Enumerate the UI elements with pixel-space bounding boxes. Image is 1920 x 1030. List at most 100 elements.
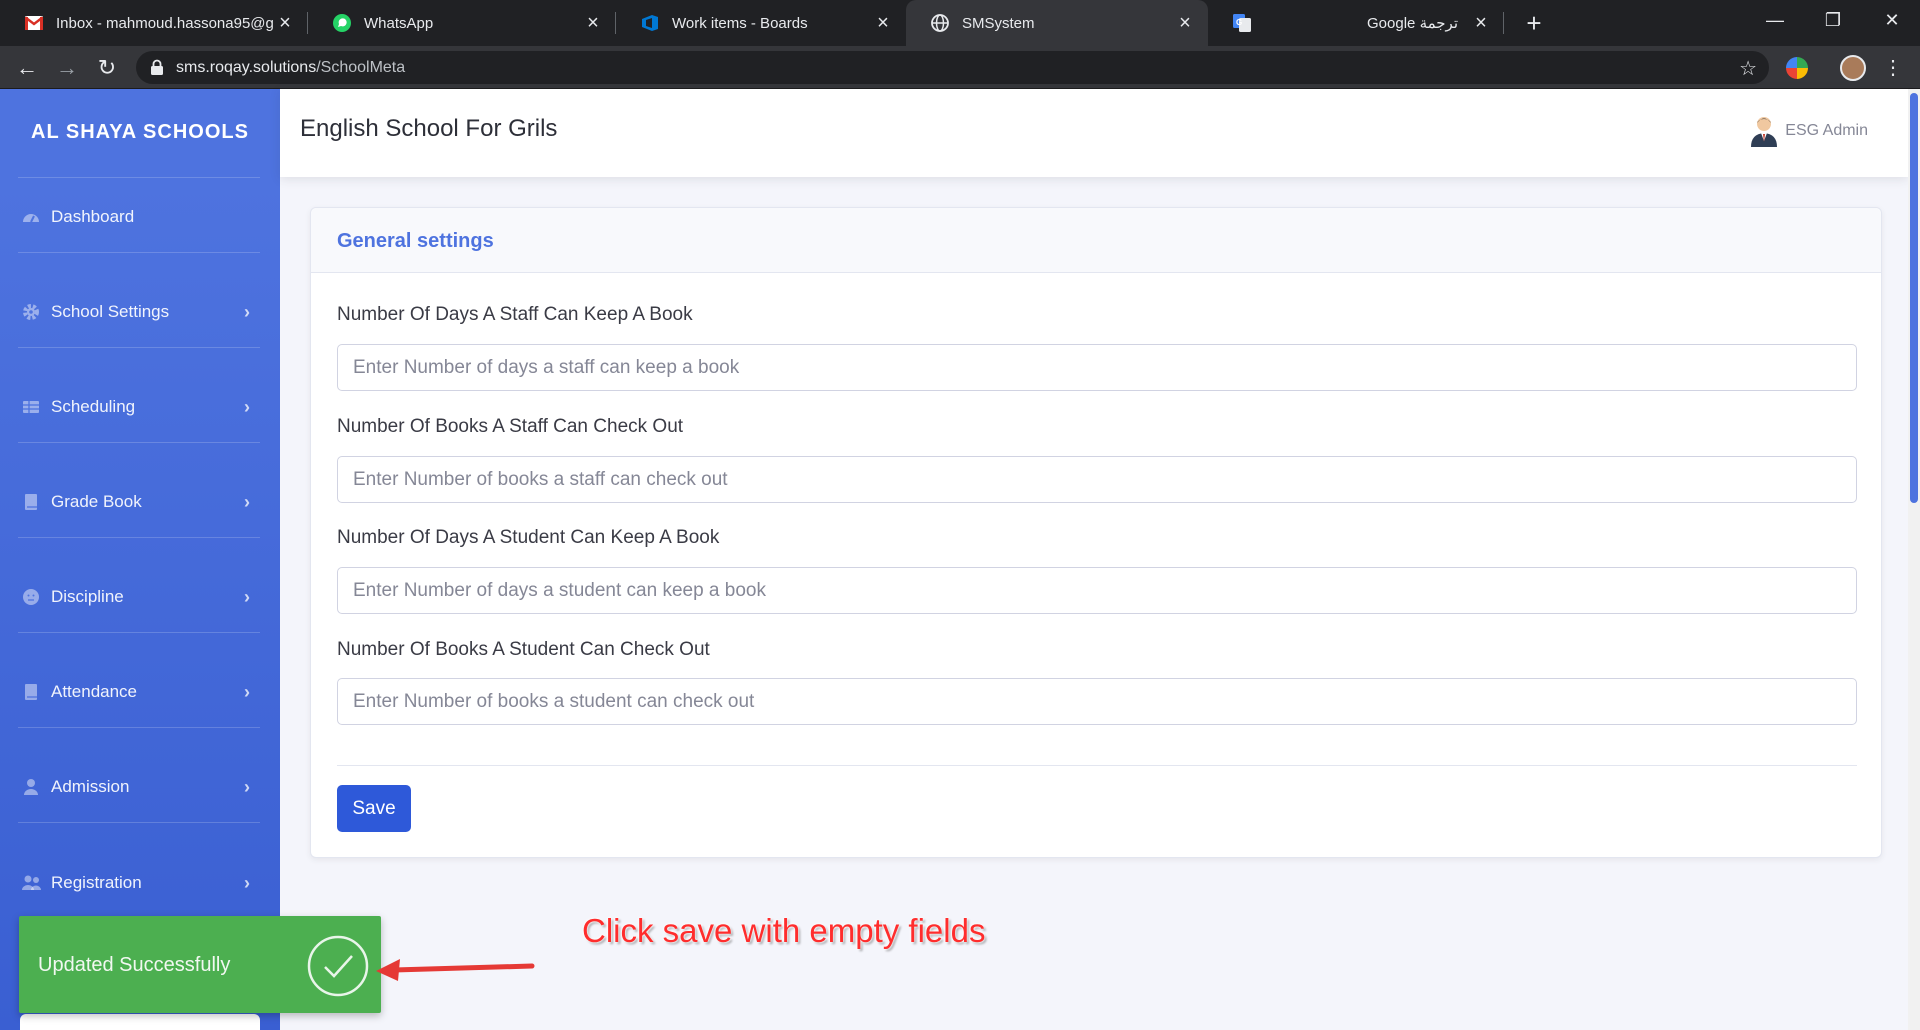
smiley-icon <box>23 589 39 605</box>
student-books-input[interactable] <box>337 678 1857 725</box>
user-icon <box>24 779 38 795</box>
restore-button[interactable]: ❐ <box>1805 0 1861 40</box>
tab-title: Work items - Boards <box>672 14 808 32</box>
tab-title: SMSystem <box>962 14 1035 32</box>
bookmark-star-icon[interactable]: ☆ <box>1739 56 1757 81</box>
card-title: General settings <box>337 230 494 252</box>
tab-title: WhatsApp <box>364 14 434 32</box>
browser-tab-bar: Inbox - mahmoud.hassona95@g × WhatsApp ×… <box>0 0 1920 46</box>
save-button[interactable]: Save <box>337 785 411 832</box>
check-circle-icon <box>307 935 369 997</box>
student-days-input[interactable] <box>337 567 1857 614</box>
staff-books-input[interactable] <box>337 456 1857 503</box>
card-header: General settings <box>311 208 1881 273</box>
table-icon <box>23 401 39 413</box>
staff-days-label: Number Of Days A Staff Can Keep A Book <box>337 304 693 325</box>
tab-work-items[interactable]: Work items - Boards × <box>616 0 906 46</box>
staff-books-label: Number Of Books A Staff Can Check Out <box>337 416 684 437</box>
forward-button[interactable]: → <box>54 55 80 81</box>
sidebar-divider <box>18 347 260 348</box>
annotation-arrow-icon <box>376 959 535 981</box>
sidebar-divider <box>18 537 260 538</box>
sidebar-item-grade-book[interactable]: Grade Book › <box>0 482 280 522</box>
chevron-right-icon: › <box>244 586 250 607</box>
minimize-button[interactable]: — <box>1747 0 1803 40</box>
gmail-icon <box>24 16 44 30</box>
student-books-label: Number Of Books A Student Can Check Out <box>337 639 710 660</box>
sidebar-divider <box>18 822 260 823</box>
tab-separator <box>1503 12 1504 34</box>
close-tab-icon[interactable]: × <box>582 12 604 34</box>
sidebar-item-label: School Settings <box>51 302 170 321</box>
globe-icon <box>931 14 949 32</box>
sidebar-item-discipline[interactable]: Discipline › <box>0 577 280 617</box>
sidebar-divider <box>18 177 260 178</box>
chevron-right-icon: › <box>244 396 250 417</box>
gear-icon <box>23 304 39 320</box>
url-path: /SchoolMeta <box>316 59 406 76</box>
user-name: ESG Admin <box>1785 122 1868 139</box>
browser-toolbar: ← → ↻ sms.roqay.solutions/SchoolMeta ☆ ⋮ <box>0 46 1920 89</box>
tab-google-translate[interactable]: G Google ترجمة × <box>1208 0 1504 46</box>
book-icon <box>25 494 37 510</box>
address-bar[interactable]: sms.roqay.solutions/SchoolMeta ☆ <box>136 51 1769 84</box>
sidebar-divider <box>18 632 260 633</box>
sidebar-item-dashboard[interactable]: Dashboard <box>0 197 280 237</box>
profile-avatar[interactable] <box>1840 55 1866 81</box>
extension-icon[interactable] <box>1786 57 1808 79</box>
avatar <box>1751 117 1778 147</box>
sidebar-divider <box>18 442 260 443</box>
tab-whatsapp[interactable]: WhatsApp × <box>308 0 616 46</box>
page-title: English School For Grils <box>300 115 558 142</box>
scrollbar-thumb[interactable] <box>1910 93 1918 503</box>
sidebar-item-label: Grade Book <box>51 492 142 511</box>
chevron-right-icon: › <box>244 491 250 512</box>
brand-title[interactable]: AL SHAYA SCHOOLS <box>0 121 280 144</box>
staff-days-input[interactable] <box>337 344 1857 391</box>
sidebar-divider <box>18 252 260 253</box>
sidebar-item-school-settings[interactable]: School Settings › <box>0 292 280 332</box>
url-host: sms.roqay.solutions <box>176 59 317 76</box>
sidebar-item-label: Registration <box>51 873 142 892</box>
success-toast[interactable]: Updated Successfully <box>19 916 381 1013</box>
sidebar-item-attendance[interactable]: Attendance › <box>0 672 280 712</box>
sidebar-item-label: Scheduling <box>51 397 136 416</box>
close-tab-icon[interactable]: × <box>1470 12 1492 34</box>
tab-title: Inbox - mahmoud.hassona95@g <box>56 14 274 32</box>
sidebar-item-label: Dashboard <box>51 207 135 226</box>
chevron-right-icon: › <box>244 776 250 797</box>
tab-smsystem[interactable]: SMSystem × <box>906 0 1208 46</box>
browser-menu-icon[interactable]: ⋮ <box>1880 55 1906 81</box>
topbar: English School For Grils ESG Admin <box>280 89 1908 177</box>
form-divider <box>337 765 1857 766</box>
close-tab-icon[interactable]: × <box>274 12 296 34</box>
sidebar-item-registration[interactable]: Registration › <box>0 863 280 903</box>
sidebar-item-label: Attendance <box>51 682 138 701</box>
toast-message: Updated Successfully <box>38 954 231 976</box>
lock-icon[interactable] <box>150 59 164 75</box>
page-scrollbar[interactable] <box>1908 89 1920 1030</box>
chevron-right-icon: › <box>244 301 250 322</box>
annotation-text: Click save with empty fields <box>582 912 986 949</box>
user-menu[interactable]: ESG Admin <box>1749 115 1868 147</box>
sidebar-item-admission[interactable]: Admission › <box>0 767 280 807</box>
general-settings-card: General settings Number Of Days A Staff … <box>310 207 1882 858</box>
tab-gmail[interactable]: Inbox - mahmoud.hassona95@g × <box>0 0 308 46</box>
url-text: sms.roqay.solutions/SchoolMeta <box>176 59 405 77</box>
sidebar-item-scheduling[interactable]: Scheduling › <box>0 387 280 427</box>
svg-text:G: G <box>1236 18 1242 27</box>
back-button[interactable]: ← <box>14 55 40 81</box>
azure-devops-icon <box>642 15 658 31</box>
close-window-button[interactable]: ✕ <box>1864 0 1920 40</box>
close-tab-icon[interactable]: × <box>872 12 894 34</box>
google-translate-icon: G <box>1233 14 1251 32</box>
close-tab-icon[interactable]: × <box>1174 12 1196 34</box>
sidebar-card <box>20 1014 260 1030</box>
reload-button[interactable]: ↻ <box>94 55 120 81</box>
new-tab-button[interactable]: + <box>1520 9 1548 37</box>
sidebar: AL SHAYA SCHOOLS Dashboard School Settin… <box>0 89 280 1030</box>
student-days-label: Number Of Days A Student Can Keep A Book <box>337 527 720 548</box>
sidebar-item-label: Admission <box>51 777 130 796</box>
chevron-right-icon: › <box>244 681 250 702</box>
dashboard-icon <box>23 214 39 223</box>
